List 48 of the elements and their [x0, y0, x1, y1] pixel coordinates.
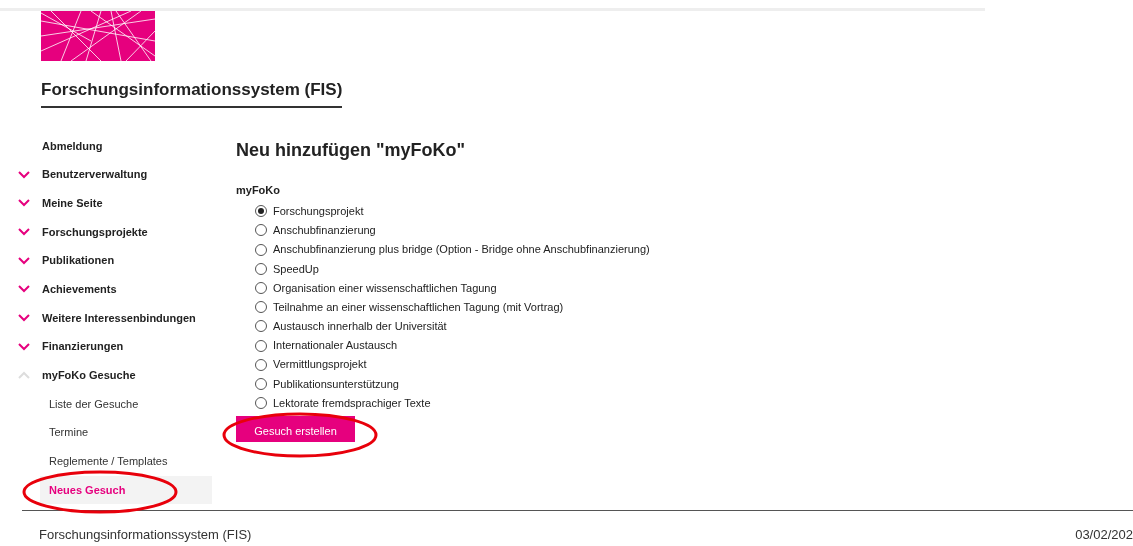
site-title: Forschungsinformationssystem (FIS) [41, 77, 343, 108]
radio-button[interactable] [255, 339, 267, 352]
sidebar-item[interactable]: Publikationen [18, 246, 212, 275]
radio-button[interactable] [255, 243, 267, 256]
sidebar-item[interactable]: myFoKo Gesuche [18, 361, 212, 390]
sidebar-item[interactable]: Finanzierungen [18, 332, 212, 361]
radio-button[interactable] [255, 397, 267, 410]
sidebar-item[interactable]: Benutzerverwaltung [18, 160, 212, 189]
option-label: SpeedUp [273, 261, 319, 277]
chevron-down-icon[interactable] [18, 313, 30, 322]
chevron-down-icon[interactable] [18, 199, 30, 208]
option-label: Teilnahme an einer wissenschaftlichen Tagung (mit Vortrag) [273, 299, 564, 315]
page-heading: Neu hinzufügen "myFoKo" [236, 139, 467, 162]
radio-button[interactable] [255, 262, 267, 275]
sidebar-subitem[interactable]: Liste der Gesuche [40, 389, 212, 419]
radio-button[interactable] [255, 377, 267, 390]
option-label: Internationaler Austausch [273, 338, 398, 354]
option-label: Anschubfinanzierung [273, 223, 376, 239]
sidebar-item[interactable]: Weitere Interessenbindungen [18, 303, 212, 333]
sidebar-subitem[interactable]: Neues Gesuch [40, 475, 212, 505]
sidebar-item[interactable]: Forschungsprojekte [18, 217, 212, 247]
option-label: Organisation einer wissenschaftlichen Tagung [273, 280, 497, 296]
chevron-down-icon[interactable] [18, 342, 30, 351]
chevron-down-icon[interactable] [18, 256, 30, 265]
chevron-down-icon[interactable] [18, 170, 30, 179]
sidebar-item[interactable]: Achievements [18, 274, 212, 304]
option-label: Forschungsprojekt [273, 203, 364, 219]
option-label: Lektorate fremdsprachiger Texte [273, 395, 431, 411]
sidebar-subitem[interactable]: Termine [40, 418, 212, 448]
option-label: Anschubfinanzierung plus bridge (Option - Bridge ohne Anschubfinanzierung) [273, 242, 650, 258]
radio-button[interactable] [255, 301, 267, 314]
radio-button[interactable] [255, 358, 267, 371]
field-label: myFoKo [236, 183, 281, 199]
radio-button[interactable] [255, 224, 267, 237]
radio-button[interactable] [255, 281, 267, 294]
footer-date: 03/02/202 [1075, 526, 1133, 545]
radio-button[interactable] [255, 205, 267, 218]
chevron-down-icon[interactable] [18, 285, 30, 294]
option-label: Austausch innerhalb der Universität [273, 319, 447, 335]
radio-button[interactable] [255, 320, 267, 333]
option-label: Vermittlungsprojekt [273, 357, 367, 373]
chevron-down-icon[interactable] [18, 227, 30, 236]
sidebar-item[interactable]: Meine Seite [18, 188, 212, 218]
sidebar-subitem[interactable]: Reglemente / Templates [40, 447, 212, 476]
create-request-button[interactable]: Gesuch erstellen [236, 415, 355, 442]
sidebar-item[interactable]: Abmeldung [18, 131, 212, 161]
option-label: Publikationsunterstützung [273, 376, 399, 392]
footer-title: Forschungsinformationssystem (FIS) [39, 526, 252, 545]
